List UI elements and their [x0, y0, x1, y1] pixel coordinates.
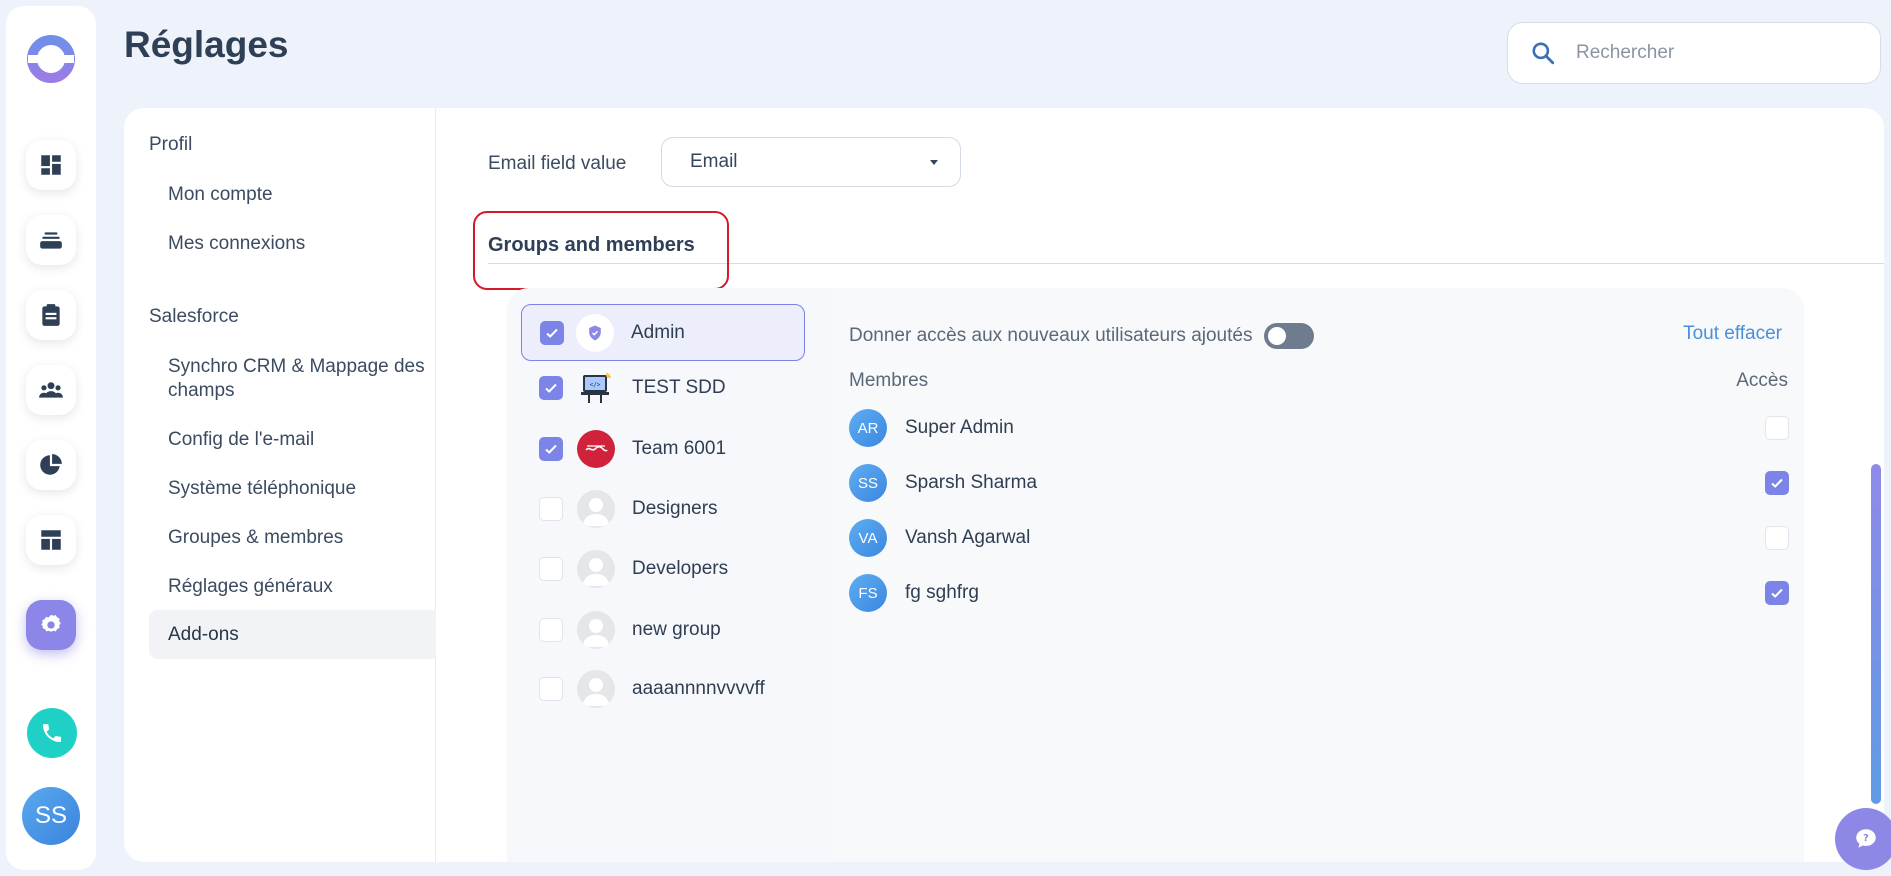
app-logo-icon[interactable] [24, 32, 78, 86]
default-avatar-icon [577, 669, 615, 708]
group-row-admin[interactable]: Admin [521, 304, 805, 361]
default-avatar-icon [577, 610, 615, 649]
phone-icon[interactable] [27, 708, 77, 758]
group-row-developers[interactable]: Developers [507, 540, 809, 597]
member-name: Sparsh Sharma [905, 472, 1038, 493]
group-name: Developers [632, 557, 729, 579]
nav-heading-salesforce: Salesforce [149, 306, 239, 327]
search-input[interactable] [1576, 42, 1856, 64]
group-name: new group [632, 618, 721, 640]
member-row: AR Super Admin [849, 408, 1789, 448]
layout-icon[interactable] [26, 515, 76, 565]
nav-item-systeme-telephonique[interactable]: Système téléphonique [149, 477, 436, 501]
pie-chart-icon[interactable] [26, 440, 76, 490]
group-row-new-group[interactable]: new group [507, 601, 809, 658]
group-name: Admin [631, 321, 685, 343]
settings-card: Profil Mon compte Mes connexions Salesfo… [124, 108, 1884, 862]
shield-icon [576, 313, 614, 352]
clipboard-icon[interactable] [26, 290, 76, 340]
user-initials: SS [34, 802, 67, 829]
member-name: Super Admin [905, 417, 1014, 438]
group-name: aaaannnnvvvvff [632, 677, 765, 699]
group-checkbox[interactable] [539, 617, 563, 642]
svg-text:?: ? [1863, 833, 1869, 844]
nav-item-mes-connexions[interactable]: Mes connexions [149, 232, 436, 256]
nav-item-add-ons[interactable]: Add-ons [149, 610, 436, 659]
svg-text:</>: </> [590, 381, 601, 388]
member-row: VA Vansh Agarwal [849, 518, 1789, 558]
members-panel: Donner accès aux nouveaux utilisateurs a… [829, 288, 1804, 862]
group-name: Designers [632, 497, 718, 519]
group-name: TEST SDD [632, 376, 726, 398]
group-checkbox[interactable] [540, 320, 564, 345]
access-column-header: Accès [1736, 370, 1788, 391]
member-row: FS fg sghfrg [849, 573, 1789, 613]
chevron-down-icon [930, 160, 938, 165]
nav-item-reglages-generaux[interactable]: Réglages généraux [149, 575, 436, 599]
access-checkbox[interactable] [1765, 581, 1789, 605]
user-avatar[interactable]: SS [22, 787, 80, 845]
annotation-highlight-box [473, 211, 729, 290]
member-avatar: SS [849, 464, 887, 502]
group-row-test-sdd[interactable]: </> TEST SDD [507, 359, 809, 416]
search-icon [1532, 42, 1555, 65]
member-avatar: VA [849, 519, 887, 557]
group-checkbox[interactable] [539, 375, 563, 400]
clear-all-link[interactable]: Tout effacer [1683, 323, 1782, 345]
group-row-aaaannnnvvvvff[interactable]: aaaannnnvvvvff [507, 660, 809, 717]
nav-item-config-email[interactable]: Config de l'e-mail [149, 428, 436, 452]
default-avatar-icon [577, 489, 615, 528]
group-row-team-6001[interactable]: Team 6001 [507, 420, 809, 477]
inbox-stack-icon[interactable] [26, 215, 76, 265]
app-rail: SS [6, 6, 96, 870]
group-checkbox[interactable] [539, 556, 563, 581]
grant-access-toggle[interactable] [1264, 323, 1315, 349]
nav-item-synchro-crm[interactable]: Synchro CRM & Mappage des champs [149, 355, 436, 403]
settings-nav: Profil Mon compte Mes connexions Salesfo… [124, 108, 436, 862]
team-logo-icon [577, 429, 615, 468]
email-field-select[interactable]: Email [661, 137, 961, 187]
team-icon[interactable] [26, 365, 76, 415]
group-checkbox[interactable] [539, 436, 563, 461]
nav-heading-profil: Profil [149, 134, 193, 155]
group-name: Team 6001 [632, 437, 727, 459]
email-field-label: Email field value [488, 153, 627, 174]
access-checkbox[interactable] [1765, 416, 1789, 440]
member-row: SS Sparsh Sharma [849, 463, 1789, 503]
gear-icon[interactable] [26, 600, 76, 650]
grant-access-label: Donner accès aux nouveaux utilisateurs a… [849, 325, 1253, 346]
member-name: Vansh Agarwal [905, 527, 1031, 548]
members-column-header: Membres [849, 370, 929, 391]
dashboard-icon[interactable] [26, 140, 76, 190]
grant-access-row: Donner accès aux nouveaux utilisateurs a… [849, 323, 1315, 349]
group-checkbox[interactable] [539, 496, 563, 521]
member-avatar: AR [849, 409, 887, 447]
nav-item-mon-compte[interactable]: Mon compte [149, 183, 436, 207]
access-checkbox[interactable] [1765, 471, 1789, 495]
member-avatar: FS [849, 574, 887, 612]
help-chat-icon[interactable]: ? [1835, 808, 1891, 870]
group-row-designers[interactable]: Designers [507, 480, 809, 537]
group-checkbox[interactable] [539, 676, 563, 701]
search-box[interactable] [1507, 22, 1881, 84]
default-avatar-icon [577, 549, 615, 588]
page-scrollbar[interactable] [1871, 464, 1881, 804]
developer-illustration-icon: </> [577, 369, 615, 407]
email-field-value: Email [690, 151, 738, 172]
access-checkbox[interactable] [1765, 526, 1789, 550]
groups-list: Admin </> TEST SDD Team 6001 Designers D… [507, 288, 829, 862]
member-name: fg sghfrg [905, 582, 979, 603]
page-title: Réglages [124, 24, 289, 65]
nav-item-groupes-membres[interactable]: Groupes & membres [149, 526, 436, 550]
